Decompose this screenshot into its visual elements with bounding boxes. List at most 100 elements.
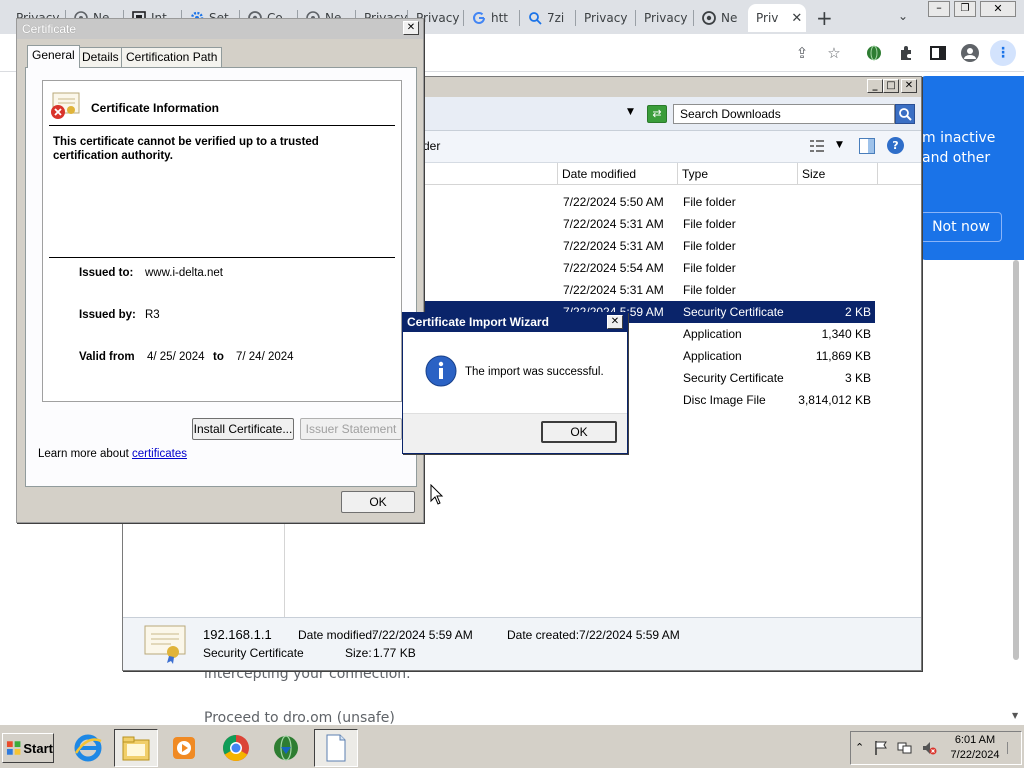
address-dropdown-icon[interactable]: ▼	[627, 107, 634, 117]
page-scrollbar[interactable]: ▼	[1010, 260, 1022, 720]
valid-from-value: 4/ 25/ 2024	[147, 351, 205, 363]
google-icon	[473, 11, 485, 24]
browser-tab[interactable]: Privacy	[576, 4, 636, 32]
certificate-app-icon[interactable]	[314, 729, 358, 767]
file-size: 2 KB	[844, 305, 871, 319]
file-explorer-icon[interactable]	[114, 729, 158, 767]
ok-button[interactable]: OK	[541, 421, 617, 443]
file-type: File folder	[683, 261, 736, 275]
minimize-button[interactable]: _	[867, 79, 883, 93]
new-tab-button[interactable]: +	[816, 6, 833, 30]
learn-more-prefix: Learn more about	[38, 448, 129, 460]
close-tab-icon[interactable]: ✕	[791, 11, 802, 26]
share-icon[interactable]: ⇪	[792, 43, 812, 63]
new-folder-button[interactable]: der	[423, 139, 440, 153]
date-created-value: 7/22/2024 5:59 AM	[579, 628, 680, 642]
invalid-certificate-icon	[49, 91, 81, 121]
internet-explorer-icon[interactable]	[66, 729, 110, 767]
file-type: Disc Image File	[683, 393, 766, 407]
network-icon[interactable]	[897, 740, 913, 759]
file-date-modified: 7/22/2024 5:31 AM	[563, 239, 664, 253]
column-type[interactable]: Type	[678, 163, 798, 185]
chrome-icon	[702, 11, 716, 25]
tab-certification-path[interactable]: Certification Path	[121, 47, 223, 67]
tab-label: Priv	[756, 11, 779, 25]
scroll-down-arrow-icon[interactable]: ▼	[1012, 711, 1018, 720]
help-icon[interactable]: ?	[887, 137, 904, 154]
profile-avatar-icon[interactable]	[960, 43, 980, 63]
view-dropdown-icon[interactable]: ▼	[836, 140, 843, 150]
close-button[interactable]: ✕	[403, 21, 419, 35]
file-type: File folder	[683, 239, 736, 253]
extension-globe-icon[interactable]	[864, 43, 884, 63]
details-pane: 192.168.1.1 Security Certificate Date mo…	[123, 617, 921, 670]
issued-by-value: R3	[145, 309, 160, 321]
certificates-link[interactable]: certificates	[132, 448, 187, 460]
heading-divider	[49, 125, 395, 126]
issued-to-value: www.i-delta.net	[145, 267, 223, 279]
volume-muted-icon[interactable]	[921, 740, 937, 759]
search-icon[interactable]	[895, 104, 915, 124]
file-type: Security Certificate	[683, 371, 784, 385]
certificate-dialog: Certificate ✕ General Details Certificat…	[16, 18, 424, 523]
certificate-info-box: Certificate Information This certificate…	[42, 80, 402, 402]
browser-tab[interactable]: 7zi	[520, 4, 576, 32]
minimize-button[interactable]: –	[928, 1, 950, 17]
flag-icon[interactable]	[873, 740, 889, 759]
column-date-modified[interactable]: Date modified	[558, 163, 678, 185]
close-window-button[interactable]: ✕	[980, 1, 1016, 17]
show-desktop-button[interactable]	[1007, 742, 1019, 754]
browser-tab-active[interactable]: Priv ✕	[748, 4, 806, 32]
extensions-puzzle-icon[interactable]	[896, 43, 916, 63]
clock-time[interactable]: 6:01 AM	[951, 734, 999, 746]
taskbar: Start ⌃ 6:01 AM 7/22/2024	[0, 724, 1024, 768]
certificate-file-icon	[143, 624, 187, 664]
general-tab-panel: Certificate Information This certificate…	[25, 67, 417, 487]
scrollbar-thumb[interactable]	[1013, 260, 1019, 660]
ok-button[interactable]: OK	[341, 491, 415, 513]
dialog-title: Certificate Import Wizard	[403, 313, 627, 332]
not-now-button[interactable]: Not now	[920, 212, 1002, 242]
info-heading: Certificate Information	[91, 101, 220, 115]
size-label: Size:	[345, 646, 372, 660]
import-wizard-dialog: Certificate Import Wizard ✕ The import w…	[402, 312, 628, 454]
preview-pane-icon[interactable]	[859, 138, 875, 154]
valid-from-label: Valid from	[79, 351, 135, 363]
file-size: 1,340 KB	[821, 327, 871, 341]
browser-tab[interactable]: Ne	[694, 4, 748, 32]
browser-tab[interactable]: htt	[464, 4, 520, 32]
size-value: 1.77 KB	[373, 646, 416, 660]
file-type: Application	[683, 327, 742, 341]
file-type: Security Certificate	[203, 646, 304, 660]
file-size: 3,814,012 KB	[798, 393, 871, 407]
issuer-statement-button: Issuer Statement	[300, 418, 402, 440]
warning-text: This certificate cannot be verified up t…	[53, 136, 319, 162]
install-certificate-button[interactable]: Install Certificate...	[192, 418, 294, 440]
file-type: Application	[683, 349, 742, 363]
tab-general[interactable]: General	[27, 45, 80, 68]
search-input[interactable]: Search Downloads	[673, 104, 895, 124]
show-hidden-icons-icon[interactable]: ⌃	[855, 741, 864, 754]
menu-kebab-icon[interactable]: ⋮	[990, 40, 1016, 66]
bookmark-star-icon[interactable]: ☆	[824, 43, 844, 63]
file-type: Security Certificate	[683, 305, 784, 319]
close-button[interactable]: ✕	[607, 315, 623, 329]
clock-date[interactable]: 7/22/2024	[949, 749, 1001, 761]
maximize-button[interactable]: □	[883, 79, 899, 93]
learn-more-text: Learn more about certificates	[38, 448, 187, 460]
start-button[interactable]: Start	[2, 733, 54, 763]
view-options-icon[interactable]	[809, 138, 825, 154]
refresh-icon[interactable]: ⇄	[647, 105, 667, 123]
restore-button[interactable]: ❐	[954, 1, 976, 17]
file-type: File folder	[683, 217, 736, 231]
tab-search-chevron-icon[interactable]: ⌄	[898, 9, 908, 23]
chrome-icon[interactable]	[214, 729, 258, 767]
side-panel-icon[interactable]	[928, 43, 948, 63]
column-size[interactable]: Size	[798, 163, 878, 185]
browser-tab[interactable]: Privacy	[636, 4, 694, 32]
media-player-icon[interactable]	[162, 729, 206, 767]
close-button[interactable]: ✕	[901, 79, 917, 93]
tab-details[interactable]: Details	[77, 47, 124, 67]
download-manager-icon[interactable]	[264, 729, 308, 767]
start-label: Start	[23, 740, 53, 756]
